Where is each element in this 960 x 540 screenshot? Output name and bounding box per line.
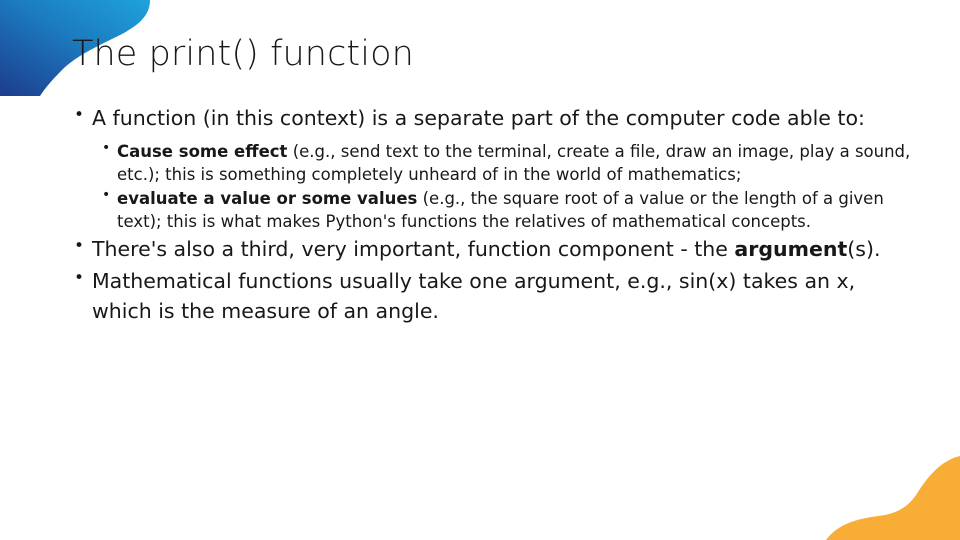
bottom-right-orange-blob-icon xyxy=(826,456,960,540)
sub-bullet-item-2-bold-lead: evaluate a value or some values xyxy=(117,188,418,208)
slide-body: A function (in this context) is a separa… xyxy=(62,103,912,329)
slide: The print() function A function (in this… xyxy=(0,0,960,540)
bullet-list-level-1: A function (in this context) is a separa… xyxy=(62,103,912,327)
bullet-item-2-text-after: (s). xyxy=(847,237,881,262)
bullet-list-level-2: Cause some effect (e.g., send text to th… xyxy=(92,139,912,234)
bullet-item-3: Mathematical functions usually take one … xyxy=(62,266,912,326)
bullet-item-3-text: Mathematical functions usually take one … xyxy=(92,269,856,323)
page-title: The print() function xyxy=(72,34,414,74)
sub-bullet-item-2: evaluate a value or some values (e.g., t… xyxy=(92,186,912,234)
sub-bullet-item-1: Cause some effect (e.g., send text to th… xyxy=(92,139,912,187)
bullet-item-2-bold-word: argument xyxy=(734,237,848,262)
sub-bullet-item-1-bold-lead: Cause some effect xyxy=(117,141,288,161)
bullet-item-1: A function (in this context) is a separa… xyxy=(62,103,912,234)
bullet-item-1-text: A function (in this context) is a separa… xyxy=(92,106,865,130)
bullet-item-2: There's also a third, very important, fu… xyxy=(62,234,912,265)
bullet-item-2-text-before: There's also a third, very important, fu… xyxy=(92,237,735,262)
